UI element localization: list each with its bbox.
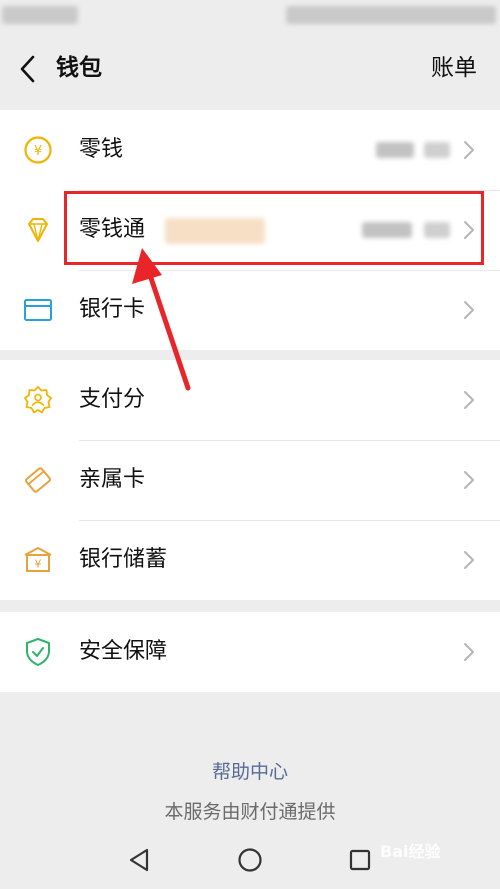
- menu-item-bank-card[interactable]: 银行卡: [0, 270, 500, 350]
- help-center-link[interactable]: 帮助中心: [0, 757, 500, 784]
- chevron-right-icon: [464, 391, 474, 409]
- status-bar: [0, 0, 500, 36]
- family-card-icon: [25, 467, 51, 493]
- diamond-icon: [28, 218, 48, 242]
- bank-card-icon: [24, 299, 52, 321]
- menu-item-label: 银行储蓄: [79, 547, 168, 572]
- menu-item-label: 支付分: [79, 387, 146, 412]
- balance-blurred-2: [424, 142, 450, 158]
- svg-text:¥: ¥: [35, 558, 42, 571]
- menu-item-label: 银行卡: [79, 297, 146, 322]
- provider-text: 本服务由财付通提供: [164, 801, 336, 823]
- back-arrow-icon[interactable]: [14, 52, 44, 86]
- menu-item-security[interactable]: 安全保障: [0, 612, 500, 692]
- menu-item-label: 零钱: [79, 137, 124, 162]
- chevron-right-icon: [464, 301, 474, 319]
- chevron-right-icon: [464, 551, 474, 569]
- services-group: 支付分 亲属卡 ¥ 银行储蓄: [0, 360, 500, 600]
- nav-home-icon[interactable]: [230, 840, 270, 880]
- svg-text:¥: ¥: [34, 144, 42, 159]
- menu-item-payment-score[interactable]: 支付分: [0, 360, 500, 440]
- security-group: 安全保障: [0, 612, 500, 692]
- credit-score-icon: [24, 386, 52, 414]
- coin-yuan-icon: ¥: [24, 136, 52, 164]
- status-bar-right-blur: [286, 6, 496, 24]
- annotation-highlight-box: [64, 191, 484, 265]
- bank-savings-icon: ¥: [24, 547, 52, 572]
- top-navigation-bar: 钱包 账单: [0, 36, 500, 110]
- watermark-text: Bai经验: [380, 842, 441, 861]
- menu-item-change[interactable]: ¥ 零钱: [0, 110, 500, 190]
- page-title: 钱包: [56, 55, 102, 81]
- menu-item-label: 亲属卡: [79, 467, 146, 492]
- bill-button[interactable]: 账单: [431, 53, 477, 83]
- menu-item-label: 安全保障: [79, 639, 168, 664]
- menu-item-family-card[interactable]: 亲属卡: [0, 440, 500, 520]
- shield-check-icon: [26, 638, 50, 666]
- chevron-right-icon: [464, 471, 474, 489]
- chevron-right-icon: [464, 643, 474, 661]
- menu-item-bank-savings[interactable]: ¥ 银行储蓄: [0, 520, 500, 600]
- nav-back-icon[interactable]: [120, 840, 160, 880]
- balance-blurred: [376, 142, 414, 158]
- status-bar-left-blur: [2, 6, 78, 24]
- chevron-right-icon: [464, 141, 474, 159]
- nav-recents-icon[interactable]: [340, 840, 380, 880]
